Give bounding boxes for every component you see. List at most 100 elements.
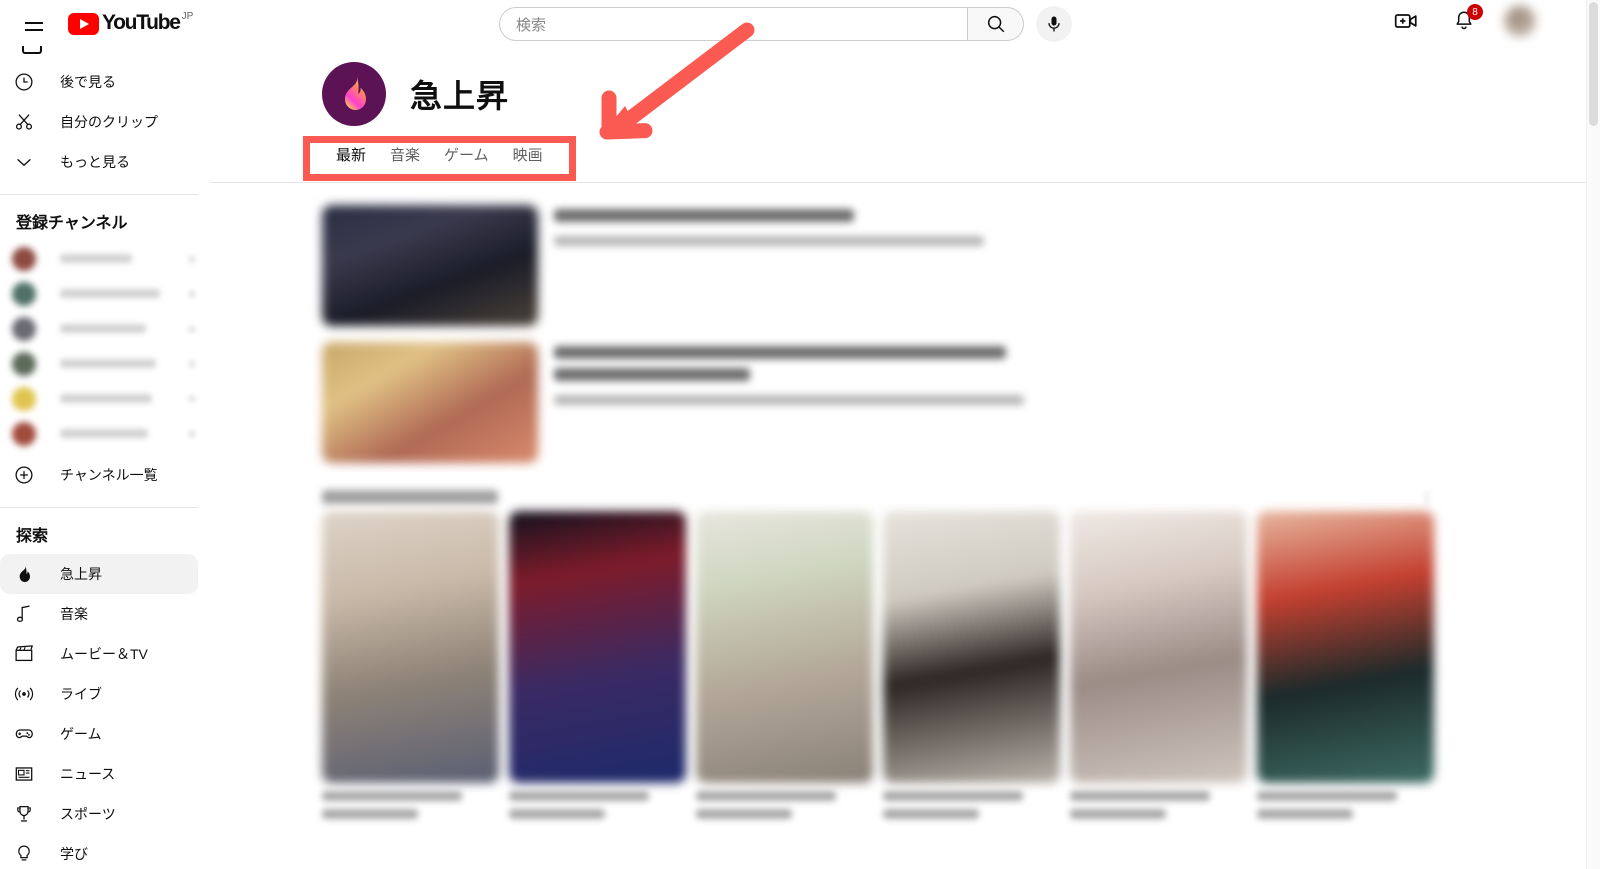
subscription-channel-item[interactable]	[0, 416, 210, 451]
shorts-caption	[322, 791, 499, 827]
shorts-caption-line	[696, 809, 792, 819]
channel-name	[60, 254, 132, 263]
create-video-button[interactable]	[1388, 3, 1424, 39]
shorts-caption-line	[1070, 809, 1166, 819]
partial-icon	[22, 46, 42, 54]
shorts-caption-line	[883, 809, 979, 819]
section-title-blurred	[322, 490, 498, 504]
sidebar-item-label: チャンネル一覧	[60, 467, 158, 483]
trending-tab-bar: 最新 音楽 ゲーム 映画	[324, 134, 1568, 179]
newspaper-icon	[12, 762, 36, 786]
page-header: 急上昇	[210, 46, 1568, 126]
shorts-caption-line	[509, 809, 605, 819]
video-list-item[interactable]	[210, 334, 1568, 471]
hamburger-menu-icon[interactable]	[14, 3, 54, 43]
flame-icon	[12, 562, 36, 586]
shorts-caption-line	[322, 791, 462, 801]
clapperboard-icon	[12, 642, 36, 666]
tab-gaming[interactable]: ゲーム	[432, 134, 501, 179]
scrollbar-thumb[interactable]	[1589, 2, 1598, 126]
shorts-caption-line	[1257, 791, 1397, 801]
subscription-channel-item[interactable]	[0, 311, 210, 346]
top-bar: YouTube JP 検索 8	[0, 0, 1568, 46]
youtube-logo[interactable]: YouTube JP	[68, 11, 193, 35]
video-thumbnail[interactable]	[322, 342, 538, 463]
shorts-caption	[1070, 791, 1247, 827]
sidebar-item-trending[interactable]: 急上昇	[0, 554, 198, 594]
shorts-carousel[interactable]	[210, 511, 1568, 783]
sidebar-item-show-more[interactable]: もっと見る	[0, 142, 198, 182]
new-video-indicator	[188, 289, 196, 298]
video-title-line	[554, 346, 1006, 359]
shorts-thumbnail[interactable]	[1070, 511, 1247, 783]
channel-name	[60, 394, 152, 403]
video-meta-line	[554, 395, 1024, 405]
channel-avatar	[12, 246, 36, 271]
video-metadata	[554, 342, 1568, 463]
shorts-thumbnail[interactable]	[1257, 511, 1434, 783]
sidebar-item-gaming[interactable]: ゲーム	[0, 714, 198, 754]
tab-bar-divider	[210, 182, 1600, 183]
subscription-channel-item[interactable]	[0, 276, 210, 311]
clock-icon	[12, 70, 36, 94]
channel-name	[60, 289, 160, 298]
subscription-channel-item[interactable]	[0, 381, 210, 416]
sidebar-item-learning[interactable]: 学び	[0, 834, 198, 869]
sidebar-item-channel-list[interactable]: チャンネル一覧	[0, 455, 198, 495]
tab-music[interactable]: 音楽	[378, 134, 432, 179]
sidebar-item-sports[interactable]: スポーツ	[0, 794, 198, 834]
tab-movies[interactable]: 映画	[501, 134, 555, 179]
sidebar-item-label: ニュース	[60, 766, 116, 782]
video-thumbnail[interactable]	[322, 205, 538, 326]
tab-latest[interactable]: 最新	[324, 134, 378, 179]
channel-avatar	[12, 421, 36, 446]
notification-badge: 8	[1467, 4, 1483, 20]
sidebar-item-live[interactable]: ライブ	[0, 674, 198, 714]
sidebar-item-label: 学び	[60, 846, 88, 862]
sidebar-item-my-clips[interactable]: 自分のクリップ	[0, 102, 198, 142]
video-title-line	[554, 368, 750, 381]
trophy-icon	[12, 802, 36, 826]
video-list-item[interactable]	[210, 197, 1568, 334]
voice-search-button[interactable]	[1036, 6, 1072, 42]
search-button[interactable]	[967, 7, 1024, 41]
page-title: 急上昇	[410, 78, 510, 114]
sidebar-item-label: 急上昇	[60, 566, 102, 582]
shorts-thumbnail[interactable]	[696, 511, 873, 783]
sidebar-item-movies-tv[interactable]: ムービー＆TV	[0, 634, 198, 674]
video-metadata	[554, 205, 1568, 326]
sidebar-divider-1	[0, 194, 198, 195]
new-video-indicator	[188, 429, 196, 438]
shorts-thumbnail[interactable]	[509, 511, 686, 783]
shorts-thumbnail[interactable]	[322, 511, 499, 783]
shorts-captions	[210, 791, 1568, 827]
sidebar-divider-2	[0, 507, 198, 508]
sidebar-item-watch-later[interactable]: 後で見る	[0, 62, 198, 102]
search-input[interactable]: 検索	[499, 7, 967, 41]
subscription-channel-item[interactable]	[0, 241, 210, 276]
sidebar-item-label: 音楽	[60, 606, 88, 622]
youtube-play-icon	[68, 13, 99, 35]
sidebar-item-label: ライブ	[60, 686, 102, 702]
shorts-thumbnail[interactable]	[883, 511, 1060, 783]
channel-avatar	[12, 351, 36, 376]
shorts-caption	[509, 791, 686, 827]
channel-name	[60, 324, 146, 333]
sidebar-item-news[interactable]: ニュース	[0, 754, 198, 794]
notifications-button[interactable]: 8	[1446, 3, 1483, 39]
shorts-caption-line	[509, 791, 649, 801]
create-video-icon	[1394, 14, 1417, 28]
subscription-list	[0, 241, 210, 451]
subscription-channel-item[interactable]	[0, 346, 210, 381]
new-video-indicator	[188, 254, 196, 263]
sidebar-item-label: 後で見る	[60, 74, 116, 90]
video-title-line	[554, 209, 854, 222]
account-avatar[interactable]	[1504, 5, 1536, 37]
trending-flame-icon	[322, 62, 386, 126]
microphone-icon	[1048, 16, 1060, 32]
shorts-caption-line	[696, 791, 836, 801]
shorts-caption-line	[322, 809, 418, 819]
sidebar-item-music[interactable]: 音楽	[0, 594, 198, 634]
page-scrollbar[interactable]	[1586, 0, 1600, 869]
section-overflow-icon[interactable]: ⋮	[1420, 489, 1438, 505]
